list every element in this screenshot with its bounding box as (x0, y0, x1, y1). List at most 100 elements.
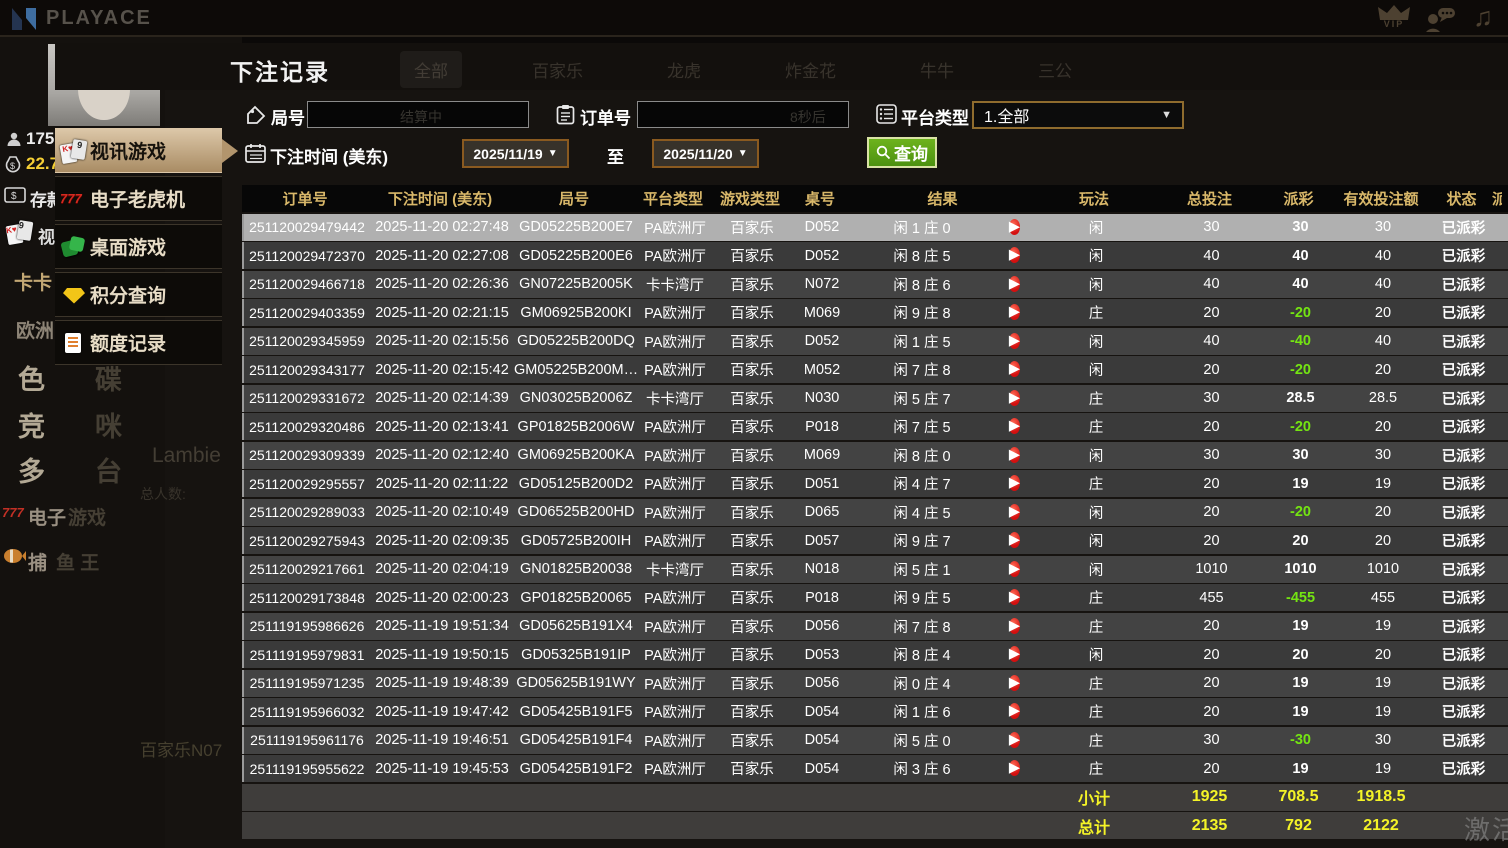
play-video-button[interactable]: ▶ (1009, 561, 1020, 577)
cell-game-type: 百家乐 (712, 473, 792, 494)
play-video-button[interactable]: ▶ (1009, 618, 1020, 634)
cell-result: 闲 8 庄 0 (852, 445, 992, 466)
table-row[interactable]: 251119195986626 2025-11-19 19:51:34 GD05… (242, 613, 1508, 640)
vip-icon[interactable]: VIP (1372, 4, 1416, 29)
play-video-button[interactable]: ▶ (1009, 333, 1020, 349)
table-row[interactable]: 251119195971235 2025-11-19 19:48:39 GD05… (242, 670, 1508, 697)
table-row[interactable]: 251120029472370 2025-11-20 02:27:08 GD05… (242, 242, 1508, 269)
subtotal-row: 小计 1925 708.5 1918.5 (242, 784, 1508, 811)
ghost-tab: 龙虎 (653, 51, 715, 88)
cell-bet-side: 庄 (1037, 673, 1155, 694)
cell-order-id: 251120029345959 (244, 333, 370, 349)
table-row[interactable]: 251120029309339 2025-11-20 02:12:40 GM06… (242, 442, 1508, 469)
play-video-button[interactable]: ▶ (1009, 732, 1020, 748)
cell-platform: PA欧洲厅 (638, 673, 712, 694)
cell-bet-time: 2025-11-20 02:15:56 (370, 333, 514, 349)
table-row[interactable]: 251120029217661 2025-11-20 02:04:19 GN01… (242, 556, 1508, 583)
table-row[interactable]: 251119195966032 2025-11-19 19:47:42 GD05… (242, 698, 1508, 725)
menu-item[interactable]: 桌面游戏 (55, 224, 222, 269)
table-row[interactable]: 251120029295557 2025-11-20 02:11:22 GD05… (242, 470, 1508, 497)
menu-item-label: 额度记录 (90, 329, 166, 356)
cell-total-bet: 30 (1155, 390, 1268, 406)
cell-order-id: 251120029472370 (244, 248, 370, 264)
cell-table-id: P018 (792, 419, 852, 435)
table-row[interactable]: 251120029331672 2025-11-20 02:14:39 GN03… (242, 385, 1508, 412)
search-button[interactable]: 查询 (867, 137, 937, 168)
table-row[interactable]: 251120029403359 2025-11-20 02:21:15 GM06… (242, 299, 1508, 326)
platform-select[interactable]: 1.全部 ▼ (972, 101, 1184, 129)
menu-item[interactable]: 积分查询 (55, 272, 222, 317)
cell-bet-side: 闲 (1037, 245, 1155, 266)
menu-item[interactable]: 电子老虎机 (55, 176, 222, 221)
play-video-button[interactable]: ▶ (1009, 504, 1020, 520)
cell-platform: PA欧洲厅 (638, 245, 712, 266)
play-video-button[interactable]: ▶ (1009, 447, 1020, 463)
play-video-button[interactable]: ▶ (1009, 390, 1020, 406)
menu-item[interactable]: 额度记录 (55, 320, 222, 365)
play-video-button[interactable]: ▶ (1009, 760, 1020, 776)
table-row[interactable]: 251120029320486 2025-11-20 02:13:41 GP01… (242, 413, 1508, 440)
cell-payout: 30 (1268, 219, 1333, 235)
music-icon[interactable]: ♫ (1466, 2, 1500, 32)
cell-platform: PA欧洲厅 (638, 530, 712, 551)
cell-payout: -20 (1268, 504, 1333, 520)
cell-order-id: 251120029309339 (244, 447, 370, 463)
status-badge: 已派彩 (1433, 473, 1494, 494)
cell-bet-time: 2025-11-20 02:09:35 (370, 533, 514, 549)
status-badge: 已派彩 (1433, 217, 1494, 238)
play-video-button[interactable]: ▶ (1009, 589, 1020, 605)
cell-platform: PA欧洲厅 (638, 302, 712, 323)
table-row[interactable]: 251119195979831 2025-11-19 19:50:15 GD05… (242, 641, 1508, 668)
table-row[interactable]: 251119195961176 2025-11-19 19:46:51 GD05… (242, 727, 1508, 754)
table-row[interactable]: 251120029345959 2025-11-20 02:15:56 GD05… (242, 328, 1508, 355)
table-row[interactable]: 251120029479442 2025-11-20 02:27:48 GD05… (242, 214, 1508, 241)
cell-bet-side: 闲 (1037, 274, 1155, 295)
table-row[interactable]: 251120029275943 2025-11-20 02:09:35 GD05… (242, 527, 1508, 554)
cell-total-bet: 20 (1155, 647, 1268, 663)
play-video-button[interactable]: ▶ (1009, 646, 1020, 662)
cell-bet-time: 2025-11-20 02:11:22 (370, 476, 514, 492)
cell-result: 闲 1 庄 6 (852, 701, 992, 722)
table-row[interactable]: 251120029289033 2025-11-20 02:10:49 GD06… (242, 499, 1508, 526)
cell-payout: -20 (1268, 362, 1333, 378)
cell-platform: PA欧洲厅 (638, 416, 712, 437)
cell-payout: 19 (1268, 675, 1333, 691)
play-video-button[interactable]: ▶ (1009, 219, 1020, 235)
subtotal-total-bet: 1925 (1153, 788, 1266, 806)
cell-result: 闲 8 庄 6 (852, 274, 992, 295)
col-header-total: 总投注 (1153, 188, 1266, 209)
date-to-select[interactable]: 2025/11/20 ▼ (652, 139, 759, 168)
play-video-button[interactable]: ▶ (1009, 361, 1020, 377)
menu-item[interactable]: 视讯游戏 (55, 128, 222, 173)
play-video-button[interactable]: ▶ (1009, 675, 1020, 691)
support-chat-icon[interactable] (1424, 6, 1460, 32)
play-video-button[interactable]: ▶ (1009, 247, 1020, 263)
table-row[interactable]: 251120029343177 2025-11-20 02:15:42 GM05… (242, 356, 1508, 383)
table-row[interactable]: 251120029466718 2025-11-20 02:26:36 GN07… (242, 271, 1508, 298)
play-video-button[interactable]: ▶ (1009, 532, 1020, 548)
col-header-platform: 平台类型 (636, 188, 710, 209)
status-badge: 已派彩 (1433, 359, 1494, 380)
play-video-button[interactable]: ▶ (1009, 703, 1020, 719)
cell-table-id: D056 (792, 618, 852, 634)
play-video-button[interactable]: ▶ (1009, 418, 1020, 434)
table-row[interactable]: 251120029173848 2025-11-20 02:00:23 GP01… (242, 584, 1508, 611)
cell-bet-time: 2025-11-19 19:51:34 (370, 618, 514, 634)
top-bar: PLAYACE VIP ♫ (0, 0, 1508, 37)
status-badge: 已派彩 (1433, 331, 1494, 352)
table-row[interactable]: 251119195955622 2025-11-19 19:45:53 GD05… (242, 755, 1508, 782)
cell-bet-time: 2025-11-20 02:27:08 (370, 248, 514, 264)
play-video-button[interactable]: ▶ (1009, 304, 1020, 320)
round-input[interactable] (307, 101, 529, 128)
order-input[interactable] (637, 101, 849, 128)
cell-round-id: GD05425B191F4 (514, 732, 638, 748)
cell-round-id: GN07225B2005K (514, 276, 638, 292)
panel-side-menu: 视讯游戏 电子老虎机 桌面游戏 积分查询 额度记录 (55, 128, 222, 368)
cell-table-id: D052 (792, 219, 852, 235)
play-video-button[interactable]: ▶ (1009, 276, 1020, 292)
date-from-select[interactable]: 2025/11/19 ▼ (462, 139, 569, 168)
cell-round-id: GD05325B191IP (514, 647, 638, 663)
menu-item-icon (60, 282, 90, 308)
cell-order-id: 251120029343177 (244, 362, 370, 378)
play-video-button[interactable]: ▶ (1009, 475, 1020, 491)
